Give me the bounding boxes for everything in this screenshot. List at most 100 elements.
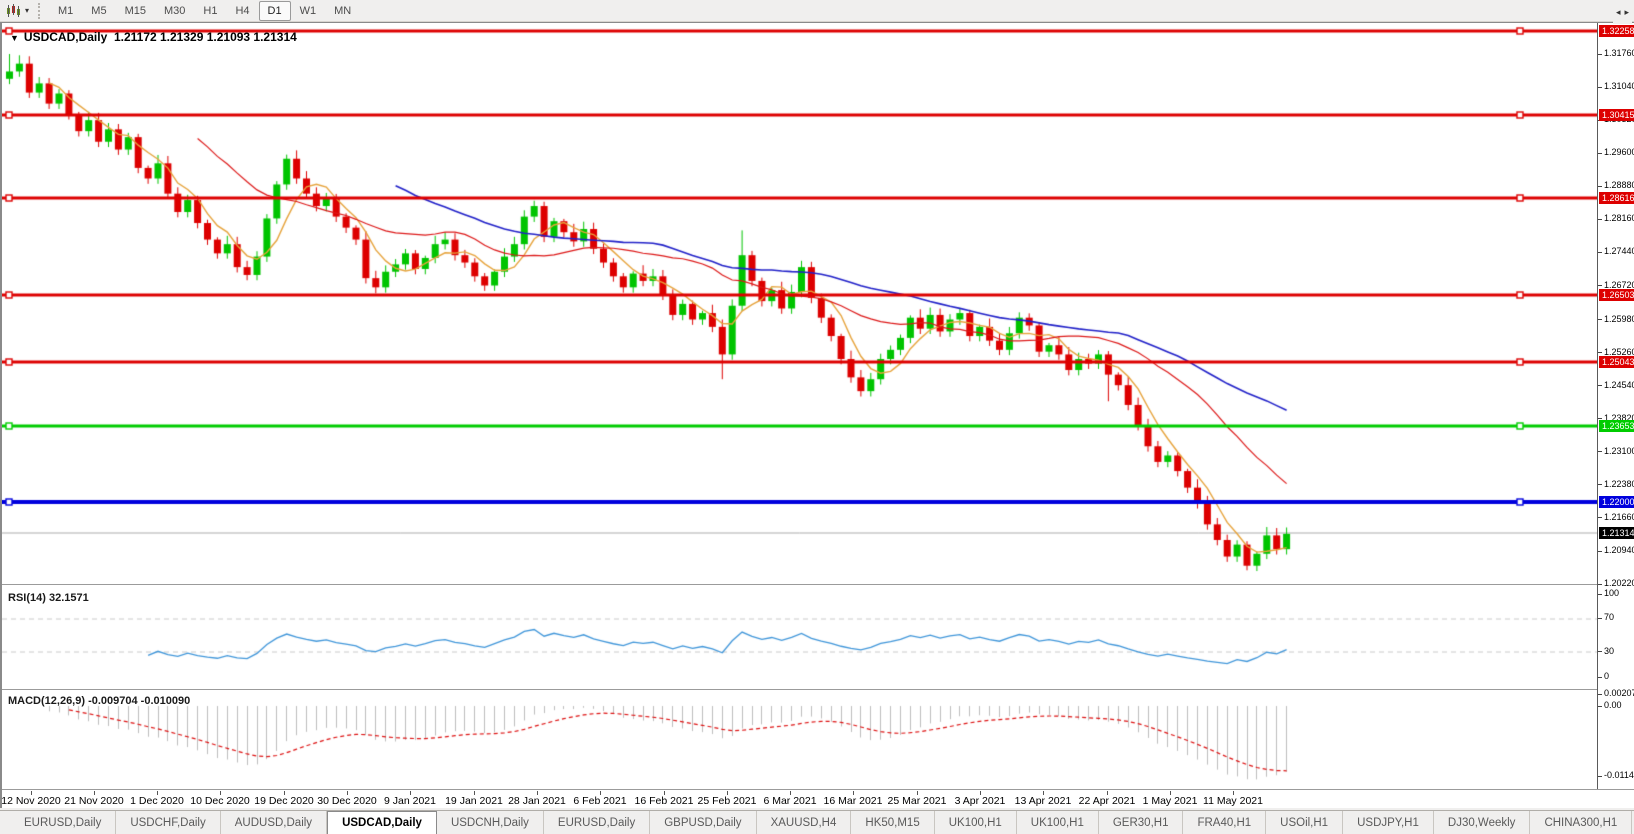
chart-tab-china300-h1[interactable]: CHINA300,H1: [1530, 811, 1633, 834]
time-axis-date-label: 13 Apr 2021: [1014, 795, 1072, 807]
price-axis-tick-label: 1.25980: [1604, 314, 1634, 324]
sub-axis-tickmark: [1598, 706, 1602, 707]
price-axis-tickmark: [1598, 551, 1602, 552]
price-axis-tickmark: [1598, 87, 1602, 88]
hline-price-badge: 1.23653: [1599, 420, 1634, 432]
timeframe-button-mn[interactable]: MN: [325, 1, 360, 21]
chart-tab-eurusd-daily[interactable]: EURUSD,Daily: [10, 811, 117, 834]
chart-tab-uk100-h1[interactable]: UK100,H1: [1017, 811, 1099, 834]
timeframe-button-group: M1 M5 M15 M30 H1 H4 D1 W1 MN: [49, 0, 360, 21]
tab-scroll-left-icon[interactable]: ◂: [1616, 7, 1621, 18]
time-axis-date-label: 10 Dec 2020: [190, 795, 250, 807]
macd-axis-tick-label: 0.00207: [1604, 688, 1634, 698]
price-axis-tick-label: 1.24540: [1604, 380, 1634, 390]
time-axis-date-label: 30 Dec 2020: [317, 795, 377, 807]
timeframe-button-w1[interactable]: W1: [291, 1, 326, 21]
chart-tab-dj30-weekly[interactable]: DJ30,Weekly: [1434, 811, 1531, 834]
price-axis-tickmark: [1598, 418, 1602, 419]
macd-indicator-canvas[interactable]: [2, 691, 1597, 789]
tab-scroll-buttons: ◂ ▸: [1612, 0, 1632, 24]
chart-tab-fra40-h1[interactable]: FRA40,H1: [1183, 811, 1267, 834]
chart-tab-uk100-h1[interactable]: UK100,H1: [935, 811, 1017, 834]
price-axis-tick-label: 1.20220: [1604, 578, 1634, 588]
sub-axis-tickmark: [1598, 776, 1602, 777]
chart-tab-usoil-h1[interactable]: USOil,H1: [1266, 811, 1344, 834]
timeframe-button-m5[interactable]: M5: [82, 1, 115, 21]
time-axis-date-label: 6 Feb 2021: [573, 795, 627, 807]
price-axis-tickmark: [1598, 385, 1602, 386]
panel-splitter[interactable]: [2, 689, 1634, 691]
price-axis-tickmark: [1598, 186, 1602, 187]
price-axis[interactable]: 1.317601.310401.303201.296001.288801.281…: [1597, 23, 1634, 789]
price-axis-tickmark: [1598, 517, 1602, 518]
time-axis-date-label: 22 Apr 2021: [1078, 795, 1136, 807]
macd-indicator-label: MACD(12,26,9) -0.009704 -0.010090: [8, 695, 191, 707]
chart-tab-eurusd-daily[interactable]: EURUSD,Daily: [544, 811, 651, 834]
rsi-indicator-label: RSI(14) 32.1571: [8, 592, 89, 604]
chart-tab-audusd-daily[interactable]: AUDUSD,Daily: [221, 811, 328, 834]
timeframe-button-h4[interactable]: H4: [226, 1, 258, 21]
hline-price-badge: 1.30415: [1599, 109, 1634, 121]
time-axis-date-label: 19 Jan 2021: [445, 795, 503, 807]
timeframe-button-m1[interactable]: M1: [49, 1, 82, 21]
sub-axis-tickmark: [1598, 594, 1602, 595]
rsi-indicator-canvas[interactable]: [2, 588, 1597, 689]
time-axis-date-label: 28 Jan 2021: [508, 795, 566, 807]
price-axis-tick-label: 1.28160: [1604, 213, 1634, 223]
current-price-badge: 1.21314: [1599, 527, 1634, 539]
price-axis-tickmark: [1598, 153, 1602, 154]
time-axis-date-label: 16 Feb 2021: [634, 795, 694, 807]
price-axis-tickmark: [1598, 252, 1602, 253]
price-axis-tick-label: 1.23100: [1604, 446, 1634, 456]
time-axis-date-label: 6 Mar 2021: [763, 795, 817, 807]
hline-price-badge: 1.25043: [1599, 356, 1634, 368]
panel-splitter[interactable]: [2, 584, 1634, 586]
price-chart-canvas[interactable]: [2, 23, 1597, 584]
chart-type-icon[interactable]: [4, 3, 24, 19]
chart-tab-usdcnh-daily[interactable]: USDCNH,Daily: [437, 811, 544, 834]
time-axis-date-label: 1 May 2021: [1142, 795, 1198, 807]
price-axis-tick-label: 1.31040: [1604, 81, 1634, 91]
sub-axis-tickmark: [1598, 694, 1602, 695]
chart-tab-gbpusd-daily[interactable]: GBPUSD,Daily: [650, 811, 757, 834]
chart-tab-ger30-h1[interactable]: GER30,H1: [1099, 811, 1184, 834]
chart-tab-hk50-m15[interactable]: HK50,M15: [851, 811, 935, 834]
price-axis-tick-label: 1.28880: [1604, 180, 1634, 190]
price-axis-tick-label: 1.21660: [1604, 512, 1634, 522]
timeframe-button-d1[interactable]: D1: [258, 0, 291, 21]
timeframe-button-h1[interactable]: H1: [194, 1, 226, 21]
hline-price-badge: 1.28616: [1599, 192, 1634, 204]
chart-tab-usdjpy-h1[interactable]: USDJPY,H1: [1343, 811, 1434, 834]
chart-tab-xauusd-h4[interactable]: XAUUSD,H4: [757, 811, 852, 834]
price-axis-tick-label: 1.27440: [1604, 246, 1634, 256]
chart-symbol-period: USDCAD,Daily: [23, 30, 108, 44]
time-axis-date-label: 25 Feb 2021: [697, 795, 757, 807]
hline-price-badge: 1.22000: [1599, 496, 1634, 508]
price-axis-tick-label: 1.31760: [1604, 48, 1634, 58]
timeframe-button-m15[interactable]: M15: [116, 1, 155, 21]
price-axis-tick-label: 1.20940: [1604, 545, 1634, 555]
price-axis-tickmark: [1598, 584, 1602, 585]
time-axis-date-label: 16 Mar 2021: [823, 795, 883, 807]
rsi-axis-tick-label: 0: [1604, 671, 1610, 681]
chart-tab-usdcad-daily[interactable]: USDCAD,Daily: [327, 811, 437, 834]
macd-axis-tick-label: -0.01146: [1604, 770, 1634, 780]
macd-axis-tick-label: 0.00: [1604, 700, 1622, 710]
sub-axis-tickmark: [1598, 677, 1602, 678]
mt4-application: ▾ M1 M5 M15 M30 H1 H4 D1 W1 MN ▼ USDCAD,Daily 1.2…: [0, 0, 1634, 834]
tab-scroll-right-icon[interactable]: ▸: [1624, 7, 1629, 18]
chart-type-dropdown-icon[interactable]: ▾: [25, 6, 29, 15]
price-axis-tickmark: [1598, 352, 1602, 353]
timeframe-button-m30[interactable]: M30: [155, 1, 194, 21]
time-axis-date-label: 21 Nov 2020: [64, 795, 124, 807]
chart-ohlc-values: 1.21172 1.21329 1.21093 1.21314: [113, 30, 297, 44]
chart-tab-bar: EURUSD,Daily USDCHF,Daily AUDUSD,Daily USDC…: [0, 810, 1634, 834]
chart-collapse-icon[interactable]: ▼: [10, 33, 19, 43]
price-axis-tick-label: 1.22380: [1604, 479, 1634, 489]
timeframe-toolbar: ▾ M1 M5 M15 M30 H1 H4 D1 W1 MN: [0, 0, 1634, 22]
price-axis-tickmark: [1598, 285, 1602, 286]
chart-tab-usdchf-daily[interactable]: USDCHF,Daily: [116, 811, 221, 834]
toolbar-grip-handle[interactable]: [38, 2, 43, 19]
price-axis-tickmark: [1598, 451, 1602, 452]
time-axis[interactable]: 12 Nov 2020 21 Nov 2020 1 Dec 2020 10 Dec 2…: [1, 791, 1634, 808]
